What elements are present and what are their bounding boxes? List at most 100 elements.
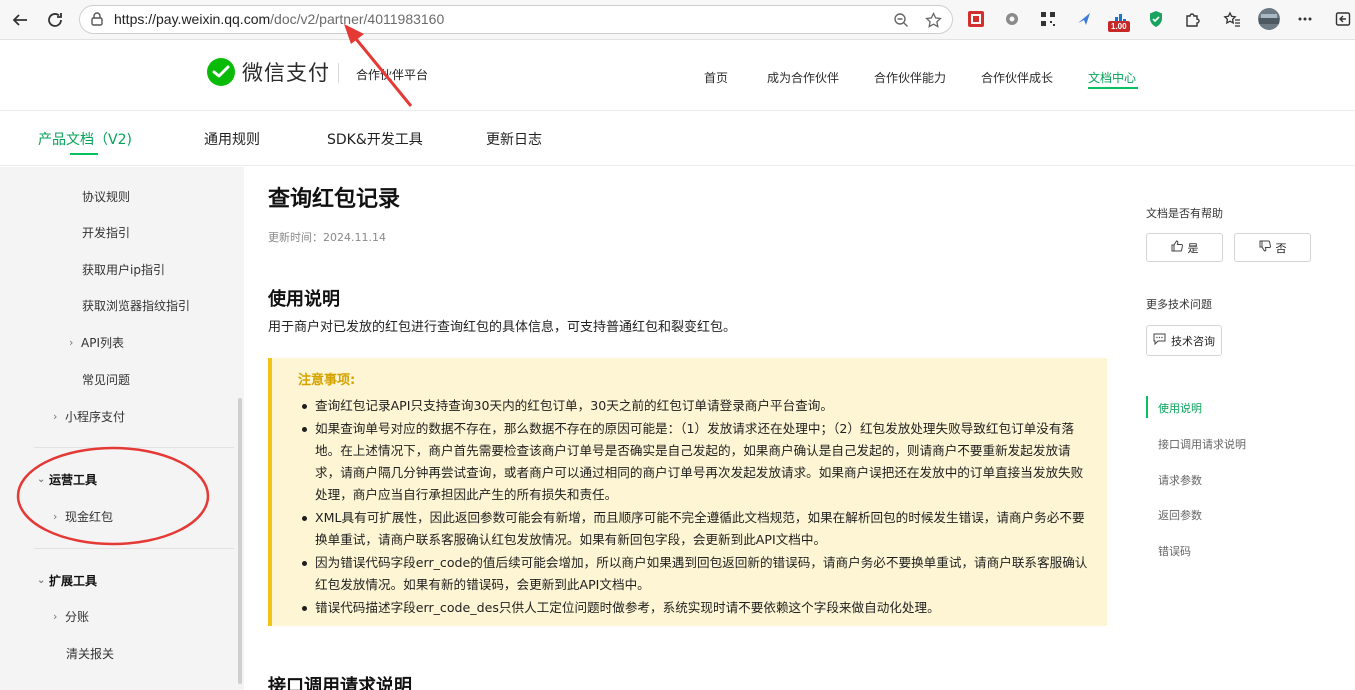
url-host: https://pay.weixin.qq.com xyxy=(114,11,271,27)
extensions-puzzle-icon[interactable] xyxy=(1182,9,1202,29)
browser-toolbar: https://pay.weixin.qq.com/doc/v2/partner… xyxy=(0,0,1355,40)
notice-item: 因为错误代码字段err_code的值后续可能会增加，所以商户如果遇到回包返回新的… xyxy=(300,552,1090,596)
thumbs-down-icon xyxy=(1259,240,1271,255)
url-path: /doc/v2/partner/4011983160 xyxy=(270,11,445,27)
chevron-right-icon: › xyxy=(53,610,58,623)
toc-item-request[interactable]: 接口调用请求说明 xyxy=(1158,436,1246,452)
refresh-icon xyxy=(48,13,62,27)
back-arrow-icon xyxy=(12,14,27,26)
thumbs-up-icon xyxy=(1171,240,1183,255)
extension-fe-icon[interactable] xyxy=(966,9,986,29)
notice-box: 注意事项: 查询红包记录API只支持查询30天内的红包订单，30天之前的红包订单… xyxy=(268,358,1107,626)
nav-partner-capability[interactable]: 合作伙伴能力 xyxy=(874,69,946,86)
sidebar-item-label: 开发指引 xyxy=(82,226,131,240)
section-title-request: 接口调用请求说明 xyxy=(268,676,412,690)
sidebar-item-label: 扩展工具 xyxy=(49,574,98,588)
lock-icon[interactable] xyxy=(89,11,105,31)
notice-title: 注意事项: xyxy=(298,373,356,388)
logo-divider xyxy=(338,63,339,83)
notice-item: 如果查询单号对应的数据不存在，那么数据不存在的原因可能是：（1）发放请求还在处理… xyxy=(300,418,1090,506)
extension-shield-icon[interactable] xyxy=(1146,9,1166,29)
sidebar-item-customs[interactable]: 清关报关 xyxy=(66,645,114,662)
nav-active-indicator xyxy=(1088,87,1138,89)
sidebar-item-faq[interactable]: 常见问题 xyxy=(82,371,130,388)
page-title: 查询红包记录 xyxy=(268,187,401,212)
sidebar-divider xyxy=(34,447,234,448)
sidebar-item-dev-guide[interactable]: 开发指引 xyxy=(82,224,130,241)
section-title-usage: 使用说明 xyxy=(268,289,340,310)
extension-bird-icon[interactable] xyxy=(1074,9,1094,29)
favorite-star-icon[interactable] xyxy=(924,11,942,29)
toc-item-errors[interactable]: 错误码 xyxy=(1158,543,1191,559)
chevron-down-icon: ⌄ xyxy=(37,575,46,586)
wechat-pay-logo[interactable]: 微信支付 xyxy=(206,57,330,87)
refresh-button[interactable] xyxy=(43,8,67,32)
toc-item-usage[interactable]: 使用说明 xyxy=(1158,400,1202,416)
more-questions-label: 更多技术问题 xyxy=(1146,298,1212,311)
profile-avatar[interactable] xyxy=(1257,8,1281,30)
helpful-no-label: 否 xyxy=(1275,241,1287,255)
tab-active-indicator xyxy=(70,153,98,155)
sidebar-item-label: 协议规则 xyxy=(82,190,131,204)
helpful-yes-button[interactable]: 是 xyxy=(1146,233,1223,262)
toc-active-indicator xyxy=(1146,396,1148,418)
sidebar-item-label: 现金红包 xyxy=(65,510,114,524)
url-text[interactable]: https://pay.weixin.qq.com/doc/v2/partner… xyxy=(114,11,444,27)
notice-item: 错误代码描述字段err_code_des只供人工定位问题时做参考，系统实现时请不… xyxy=(300,597,1090,619)
sidebar-item-label: 常见问题 xyxy=(82,373,131,387)
sidebar-item-ops-tools[interactable]: ⌄ 运营工具 xyxy=(37,471,97,488)
sidebar-item-label: 获取用户ip指引 xyxy=(82,263,165,277)
sidebar-item-protocol-rules[interactable]: 协议规则 xyxy=(82,188,130,205)
sidebar-item-ext-tools[interactable]: ⌄ 扩展工具 xyxy=(37,572,97,589)
tab-common-rules[interactable]: 通用规则 xyxy=(204,129,260,149)
sidebar-item-label: 清关报关 xyxy=(66,647,115,661)
extension-gear-icon[interactable] xyxy=(1002,9,1022,29)
back-button[interactable] xyxy=(8,8,32,32)
platform-subtitle: 合作伙伴平台 xyxy=(356,68,429,82)
notice-list: 查询红包记录API只支持查询30天内的红包订单，30天之前的红包订单请登录商户平… xyxy=(300,395,1090,620)
wechat-pay-logo-icon xyxy=(207,58,235,86)
helpful-label: 文档是否有帮助 xyxy=(1146,207,1223,220)
sidebar-scrollbar[interactable] xyxy=(238,398,242,684)
sidebar-item-fingerprint-guide[interactable]: 获取浏览器指纹指引 xyxy=(82,297,190,314)
helpful-no-button[interactable]: 否 xyxy=(1234,233,1311,262)
sidebar-item-label: 运营工具 xyxy=(49,473,98,487)
sidebar-item-miniprogram-pay[interactable]: › 小程序支付 xyxy=(53,408,125,425)
chevron-right-icon: › xyxy=(69,336,74,349)
extension-qrcode-icon[interactable] xyxy=(1038,9,1058,29)
doc-sidebar: 协议规则 开发指引 获取用户ip指引 获取浏览器指纹指引 › API列表 常见问题… xyxy=(0,167,244,690)
tech-consult-button[interactable]: 技术咨询 xyxy=(1146,325,1222,356)
logo-text: 微信支付 xyxy=(242,61,330,85)
sidebar-item-profit-sharing[interactable]: › 分账 xyxy=(53,608,89,625)
sidebar-item-label: 小程序支付 xyxy=(65,410,126,424)
toc-item-response[interactable]: 返回参数 xyxy=(1158,507,1202,523)
nav-home[interactable]: 首页 xyxy=(704,69,728,86)
sidebar-item-label: API列表 xyxy=(81,336,124,350)
site-header: 微信支付 合作伙伴平台 首页 成为合作伙伴 合作伙伴能力 合作伙伴成长 文档中心 xyxy=(0,41,1355,111)
notice-item: XML具有可扩展性，因此返回参数可能会有新增，而且顺序可能不完全遵循此文档规范，… xyxy=(300,507,1090,551)
chevron-right-icon: › xyxy=(53,510,58,523)
nav-become-partner[interactable]: 成为合作伙伴 xyxy=(767,69,839,86)
nav-partner-growth[interactable]: 合作伙伴成长 xyxy=(981,69,1053,86)
notice-item: 查询红包记录API只支持查询30天内的红包订单，30天之前的红包订单请登录商户平… xyxy=(300,395,1090,417)
sidebar-item-user-ip-guide[interactable]: 获取用户ip指引 xyxy=(82,261,165,278)
tech-consult-label: 技术咨询 xyxy=(1171,334,1215,348)
sidebar-item-cash-redpack[interactable]: › 现金红包 xyxy=(53,508,113,525)
extension-badge: 1.00 xyxy=(1108,21,1130,32)
doc-subnav: 产品文档（V2) 通用规则 SDK&开发工具 更新日志 xyxy=(0,112,1355,166)
sidebar-divider xyxy=(34,548,234,549)
zoom-icon[interactable] xyxy=(892,11,910,29)
nav-doc-center[interactable]: 文档中心 xyxy=(1088,69,1136,86)
tab-sdk-tools[interactable]: SDK&开发工具 xyxy=(327,129,423,149)
more-menu-icon[interactable] xyxy=(1295,9,1315,29)
sidebar-toggle-icon[interactable] xyxy=(1333,9,1353,29)
sidebar-item-api-list[interactable]: › API列表 xyxy=(69,334,124,351)
favorites-icon[interactable] xyxy=(1222,9,1242,29)
toc-item-params[interactable]: 请求参数 xyxy=(1158,472,1202,488)
tab-changelog[interactable]: 更新日志 xyxy=(486,129,542,149)
address-bar[interactable]: https://pay.weixin.qq.com/doc/v2/partner… xyxy=(79,5,953,34)
tab-product-docs[interactable]: 产品文档（V2) xyxy=(38,129,132,149)
helpful-yes-label: 是 xyxy=(1187,241,1199,255)
sidebar-item-label: 分账 xyxy=(65,610,90,624)
sidebar-item-label: 获取浏览器指纹指引 xyxy=(82,299,191,313)
